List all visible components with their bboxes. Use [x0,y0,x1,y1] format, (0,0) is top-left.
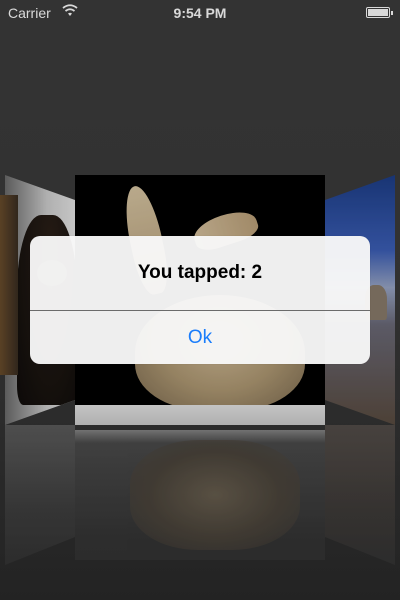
alert-title: You tapped: 2 [137,262,263,283]
alert-dialog: You tapped: 2 Ok [30,236,370,364]
ok-button[interactable]: Ok [30,311,370,364]
